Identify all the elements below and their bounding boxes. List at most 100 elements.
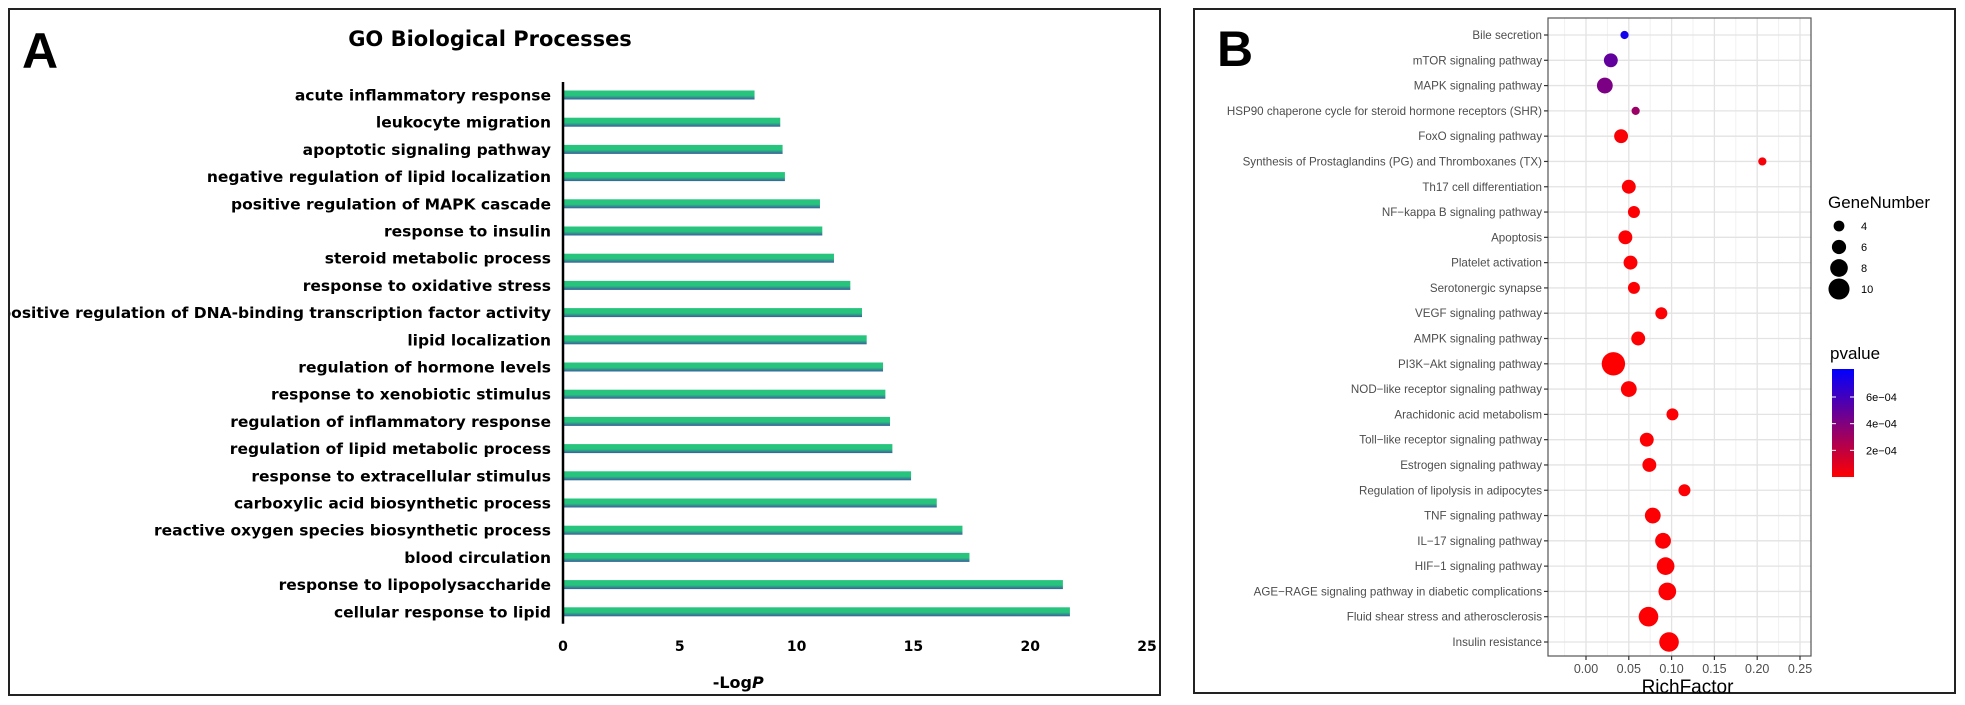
pvalue-colorbar — [1832, 369, 1854, 477]
dot — [1659, 632, 1679, 652]
category-label: response to xenobiotic stimulus — [271, 386, 551, 404]
x-tick-label: 0.10 — [1659, 662, 1683, 676]
dot — [1627, 281, 1640, 294]
category-label: blood circulation — [404, 549, 551, 567]
dot — [1618, 230, 1633, 245]
category-label: NOD−like receptor signaling pathway — [1351, 383, 1542, 396]
x-tick-label: 0 — [558, 639, 568, 655]
category-label: Estrogen signaling pathway — [1400, 459, 1542, 472]
category-label: MAPK signaling pathway — [1414, 80, 1542, 93]
category-label: HSP90 chaperone cycle for steroid hormon… — [1227, 105, 1542, 118]
category-label: HIF−1 signaling pathway — [1415, 560, 1542, 573]
bar — [563, 389, 886, 399]
category-label: response to insulin — [384, 223, 551, 241]
category-label: Serotonergic synapse — [1430, 282, 1542, 295]
category-labels: acute inflammatory response leukocyte mig… — [10, 87, 551, 622]
legend-pvalue: pvalue 6e−04 4e−04 2e−04 — [1830, 344, 1897, 477]
dot — [1644, 507, 1661, 524]
category-label: Insulin resistance — [1452, 636, 1542, 649]
category-label: Fluid shear stress and atherosclerosis — [1347, 611, 1542, 624]
dot — [1758, 157, 1767, 166]
category-label: response to oxidative stress — [303, 277, 551, 295]
panel-b: B Bile secretion mTOR signaling pathway MA… — [1193, 8, 1956, 696]
legend-size-label: 6 — [1861, 242, 1867, 254]
colorbar-tick-label: 2e−04 — [1866, 445, 1897, 457]
category-label: IL−17 signaling pathway — [1417, 535, 1542, 548]
dot — [1623, 255, 1638, 270]
category-label: cellular response to lipid — [334, 603, 551, 621]
x-tick-label: 20 — [1020, 639, 1040, 655]
category-label: leukocyte migration — [376, 114, 551, 132]
dot — [1666, 408, 1679, 421]
bar — [563, 90, 755, 100]
legend-size-label: 4 — [1861, 221, 1867, 233]
bar — [563, 444, 893, 454]
category-label: response to extracellular stimulus — [251, 467, 551, 485]
dot — [1678, 484, 1691, 497]
x-tick-label: 0.15 — [1702, 662, 1726, 676]
bars-group — [563, 90, 1070, 617]
bar — [563, 525, 963, 535]
x-tick-label: 5 — [675, 639, 685, 655]
x-axis-label-italic: P — [752, 673, 764, 692]
dot — [1614, 129, 1629, 144]
dot — [1596, 77, 1613, 94]
category-label: lipid localization — [407, 331, 551, 349]
bar — [563, 308, 863, 318]
category-label: Synthesis of Prostaglandins (PG) and Thr… — [1243, 155, 1543, 168]
dot — [1620, 381, 1637, 397]
category-label: Regulation of lipolysis in adipocytes — [1359, 484, 1542, 497]
bar — [563, 280, 851, 290]
bar — [563, 552, 970, 562]
legend-color-title: pvalue — [1830, 344, 1880, 363]
dot — [1631, 331, 1646, 346]
legend-size-dot — [1830, 259, 1848, 277]
category-label: regulation of hormone levels — [298, 359, 551, 377]
category-label: regulation of lipid metabolic process — [230, 440, 551, 458]
bar — [563, 199, 820, 209]
legend-size-dot — [1831, 239, 1847, 255]
category-label: Apoptosis — [1491, 231, 1542, 244]
colorbar-tick-label: 4e−04 — [1866, 419, 1897, 431]
category-label: negative regulation of lipid localizatio… — [207, 168, 551, 186]
category-label: Bile secretion — [1472, 29, 1542, 42]
go-bar-chart: GO Biological Processes acute inflammato… — [10, 27, 1157, 692]
bar — [563, 416, 891, 426]
bar — [563, 498, 937, 508]
dot — [1601, 352, 1626, 376]
category-label: regulation of inflammatory response — [230, 413, 551, 431]
dot — [1603, 53, 1618, 68]
dot — [1621, 179, 1636, 194]
bar — [563, 362, 884, 372]
grid-lines — [1548, 18, 1811, 656]
bar — [563, 580, 1063, 590]
category-labels: Bile secretion mTOR signaling pathway MAPK… — [1227, 29, 1548, 649]
bar — [563, 226, 823, 236]
category-label: acute inflammatory response — [295, 87, 551, 105]
category-label: positive regulation of MAPK cascade — [231, 195, 551, 213]
bar — [563, 471, 912, 481]
bar — [563, 253, 834, 263]
category-label: FoxO signaling pathway — [1418, 130, 1542, 143]
dot — [1620, 30, 1629, 40]
x-tick-label: 15 — [904, 639, 923, 655]
x-tick-label: 0.05 — [1617, 662, 1641, 676]
category-label: response to lipopolysaccharide — [279, 576, 551, 594]
category-label: Arachidonic acid metabolism — [1394, 408, 1542, 421]
category-label: AGE−RAGE signaling pathway in diabetic c… — [1254, 585, 1543, 598]
legend-size-title: GeneNumber — [1828, 193, 1930, 212]
bar — [563, 607, 1070, 617]
colorbar-tick-label: 6e−04 — [1866, 392, 1897, 404]
dot — [1642, 458, 1657, 472]
category-label: PI3K−Akt signaling pathway — [1398, 358, 1542, 371]
x-tick-labels: 0 5 10 15 20 25 — [558, 639, 1157, 655]
category-label: mTOR signaling pathway — [1413, 54, 1543, 67]
dot — [1638, 606, 1659, 627]
legend-size-dot — [1828, 278, 1850, 300]
category-label: VEGF signaling pathway — [1415, 307, 1542, 320]
x-tick-label: 0.00 — [1574, 662, 1598, 676]
category-label: carboxylic acid biosynthetic process — [234, 495, 551, 513]
dot — [1655, 532, 1671, 549]
kegg-dot-plot: Bile secretion mTOR signaling pathway MAPK… — [1227, 17, 1930, 696]
x-axis-label-prefix: -Log — [713, 673, 752, 692]
